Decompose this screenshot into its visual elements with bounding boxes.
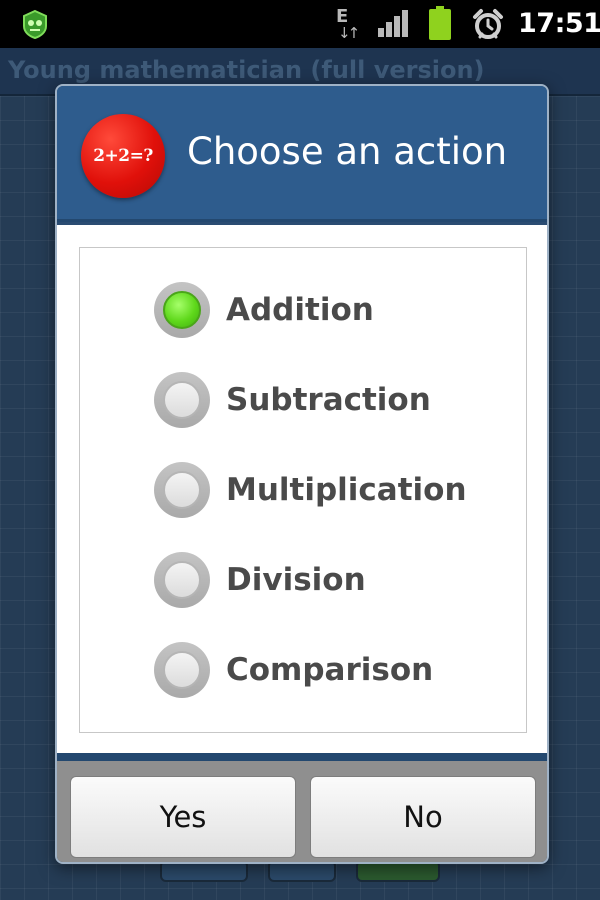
- radio-button[interactable]: [154, 372, 210, 428]
- radio-label: Multiplication: [226, 472, 467, 508]
- radio-unchecked-indicator: [163, 561, 201, 599]
- dialog-header: 2+2=? Choose an action: [57, 86, 547, 222]
- radio-label: Addition: [226, 292, 374, 328]
- radio-unchecked-indicator: [163, 381, 201, 419]
- radio-label: Comparison: [226, 652, 434, 688]
- radio-option-comparison[interactable]: Comparison: [154, 640, 514, 700]
- app-logo-icon: 2+2=?: [81, 114, 165, 198]
- radio-option-division[interactable]: Division: [154, 550, 514, 610]
- app-notification-icon: [23, 9, 47, 39]
- radio-unchecked-indicator: [163, 651, 201, 689]
- radio-button[interactable]: [154, 282, 210, 338]
- radio-unchecked-indicator: [163, 471, 201, 509]
- radio-button[interactable]: [154, 552, 210, 608]
- battery-icon: [429, 6, 451, 40]
- network-type-icon: E ↓↑: [334, 6, 364, 44]
- alarm-icon: [473, 9, 503, 39]
- data-activity-arrows: ↓↑: [338, 24, 360, 42]
- radio-button[interactable]: [154, 462, 210, 518]
- radio-option-multiplication[interactable]: Multiplication: [154, 460, 514, 520]
- radio-checked-indicator: [163, 291, 201, 329]
- dialog-title: Choose an action: [187, 130, 508, 173]
- signal-icon: [378, 10, 408, 37]
- yes-button[interactable]: Yes: [70, 776, 296, 858]
- status-bar: E ↓↑ 17:51: [0, 0, 600, 48]
- radio-button[interactable]: [154, 642, 210, 698]
- action-dialog: 2+2=? Choose an action Addition Subtract…: [55, 84, 549, 864]
- radio-option-subtraction[interactable]: Subtraction: [154, 370, 514, 430]
- dialog-button-bar: Yes No: [57, 753, 547, 862]
- no-button[interactable]: No: [310, 776, 536, 858]
- radio-option-addition[interactable]: Addition: [154, 280, 514, 340]
- radio-label: Subtraction: [226, 382, 431, 418]
- action-radio-group: Addition Subtraction Multiplication Divi…: [79, 247, 527, 733]
- radio-label: Division: [226, 562, 366, 598]
- app-title: Young mathematician (full version): [8, 56, 485, 84]
- logo-text: 2+2=?: [93, 146, 153, 166]
- dialog-body: Addition Subtraction Multiplication Divi…: [57, 225, 547, 753]
- clock: 17:51: [518, 8, 600, 39]
